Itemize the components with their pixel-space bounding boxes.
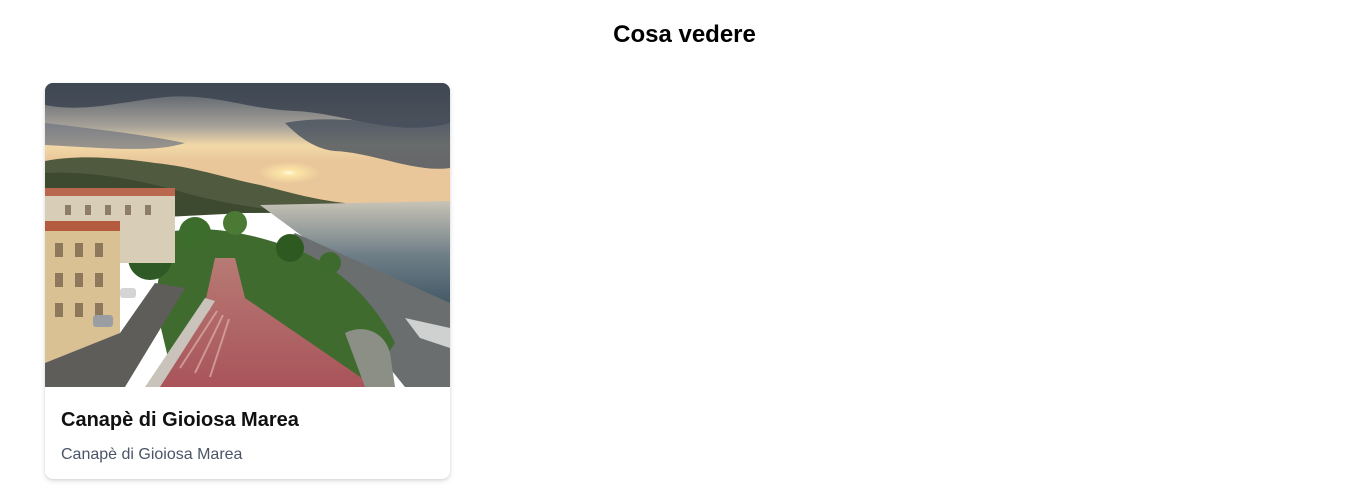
attraction-photo[interactable] xyxy=(45,83,450,387)
section-title: Cosa vedere xyxy=(613,21,756,48)
card-subtitle: Canapè di Gioiosa Marea xyxy=(61,446,243,463)
page: Cosa vedere Canapè di Gioiosa Marea Cana… xyxy=(0,0,1349,503)
card-body: Canapè di Gioiosa Marea Canapè di Gioios… xyxy=(45,387,450,467)
card-title[interactable]: Canapè di Gioiosa Marea xyxy=(61,405,434,435)
attraction-card[interactable]: Canapè di Gioiosa Marea Canapè di Gioios… xyxy=(45,83,450,479)
